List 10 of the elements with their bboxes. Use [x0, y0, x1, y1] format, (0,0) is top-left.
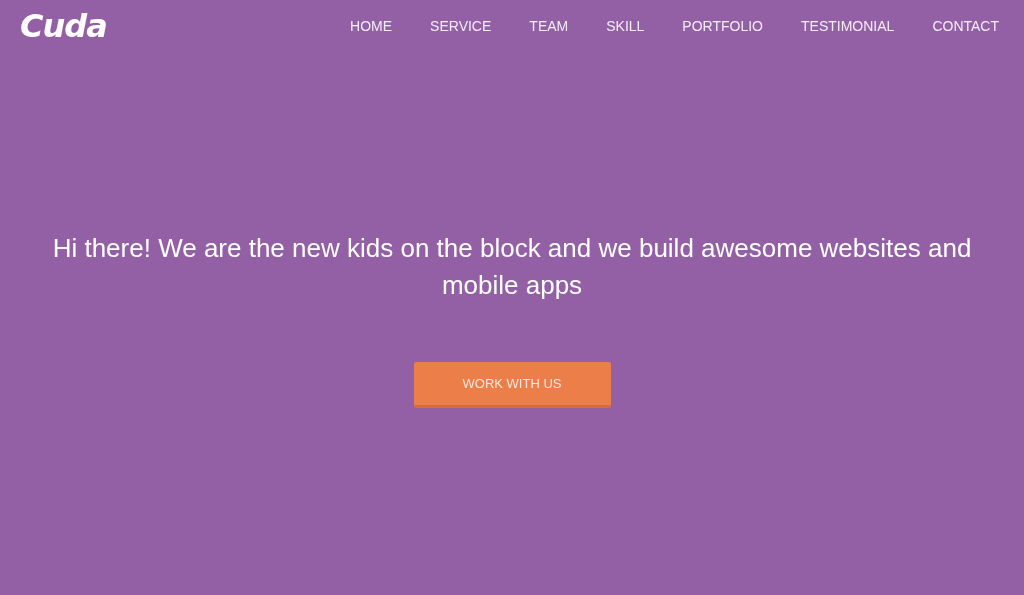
nav-link[interactable]: SERVICE — [430, 18, 492, 34]
logo[interactable]: Cuda — [20, 7, 107, 45]
nav-link[interactable]: SKILL — [606, 18, 645, 34]
nav-link[interactable]: TEAM — [529, 18, 569, 34]
nav-link[interactable]: TESTIMONIAL — [801, 18, 895, 34]
nav-link[interactable]: CONTACT — [932, 18, 999, 34]
nav-link[interactable]: PORTFOLIO — [682, 18, 763, 34]
work-with-us-button[interactable]: WORK WITH US — [413, 362, 611, 408]
hero-heading: Hi there! We are the new kids on the block and we build awesome websites and mobile apps — [51, 232, 973, 302]
nav-link[interactable]: HOME — [350, 18, 393, 34]
